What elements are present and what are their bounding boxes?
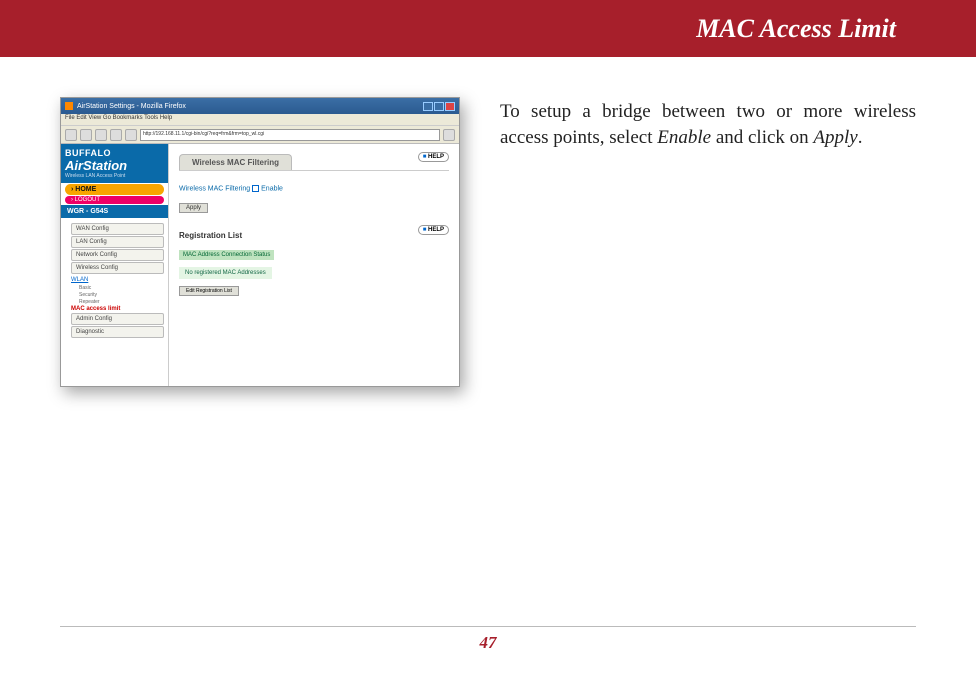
go-button[interactable] xyxy=(443,129,455,141)
page-number: 47 xyxy=(480,633,497,652)
reg-list-header: MAC Address Connection Status xyxy=(179,250,274,260)
sidebar-item-security[interactable]: Security xyxy=(79,292,164,298)
close-button[interactable] xyxy=(445,102,455,111)
filter-panel: Wireless MAC Filtering Enable Apply Regi… xyxy=(179,170,449,307)
window-buttons xyxy=(423,102,455,111)
nav-logout[interactable]: › LOGOUT xyxy=(65,196,164,204)
help-button[interactable]: HELP xyxy=(418,152,449,162)
browser-window: AirStation Settings - Mozilla Firefox Fi… xyxy=(60,97,460,387)
sidebar-item-admin[interactable]: Admin Config xyxy=(71,313,164,325)
filter-line: Wireless MAC Filtering Enable xyxy=(179,185,449,192)
reg-list-empty: No registered MAC Addresses xyxy=(179,267,272,279)
nav-home[interactable]: › HOME xyxy=(65,184,164,195)
window-title: AirStation Settings - Mozilla Firefox xyxy=(77,103,186,110)
instruction-text: To setup a bridge between two or more wi… xyxy=(500,97,916,387)
instr-em2: Apply xyxy=(813,127,857,148)
sidebar-item-wireless[interactable]: Wireless Config xyxy=(71,262,164,274)
sidebar-item-basic[interactable]: Basic xyxy=(79,285,164,291)
sidebar-item-repeater[interactable]: Repeater xyxy=(79,299,164,305)
page-body: BUFFALO AirStation Wireless LAN Access P… xyxy=(61,144,459,386)
product-subtitle: Wireless LAN Access Point xyxy=(65,173,164,179)
sidebar-item-mac-access[interactable]: MAC access limit xyxy=(71,306,164,312)
sidebar-item-diagnostic[interactable]: Diagnostic xyxy=(71,326,164,338)
instr-p2: and click on xyxy=(711,127,813,148)
enable-label: Enable xyxy=(261,185,283,192)
instr-p3: . xyxy=(858,127,863,148)
sidebar-item-lan[interactable]: LAN Config xyxy=(71,236,164,248)
embedded-screenshot: AirStation Settings - Mozilla Firefox Fi… xyxy=(60,97,460,387)
maximize-button[interactable] xyxy=(434,102,444,111)
reload-button[interactable] xyxy=(95,129,107,141)
edit-reg-list-button[interactable]: Edit Registration List xyxy=(179,286,239,296)
help-button-2[interactable]: HELP xyxy=(418,225,449,235)
content-area: AirStation Settings - Mozilla Firefox Fi… xyxy=(0,57,976,387)
sidebar: BUFFALO AirStation Wireless LAN Access P… xyxy=(61,144,169,386)
product-name: AirStation xyxy=(65,158,164,173)
home-button[interactable] xyxy=(125,129,137,141)
reg-list-title: Registration List xyxy=(179,231,242,240)
app-icon xyxy=(65,102,73,110)
menubar[interactable]: File Edit View Go Bookmarks Tools Help xyxy=(61,114,459,126)
forward-button[interactable] xyxy=(80,129,92,141)
tab-mac-filtering[interactable]: Wireless MAC Filtering xyxy=(179,154,292,170)
instr-em1: Enable xyxy=(657,127,711,148)
page-title: MAC Access Limit xyxy=(696,14,896,44)
apply-button[interactable]: Apply xyxy=(179,203,208,213)
sidebar-item-wan[interactable]: WAN Config xyxy=(71,223,164,235)
browser-toolbar: http://192.168.11.1/cgi-bin/cgi?req=frm&… xyxy=(61,126,459,144)
page-header: MAC Access Limit xyxy=(0,0,976,57)
window-titlebar: AirStation Settings - Mozilla Firefox xyxy=(61,98,459,114)
sidebar-section-wlan[interactable]: WLAN xyxy=(71,277,164,283)
back-button[interactable] xyxy=(65,129,77,141)
main-panel: Wireless MAC Filtering HELP Wireless MAC… xyxy=(169,144,459,386)
stop-button[interactable] xyxy=(110,129,122,141)
address-bar[interactable]: http://192.168.11.1/cgi-bin/cgi?req=frm&… xyxy=(140,129,440,141)
sidebar-menu: WAN Config LAN Config Network Config Wir… xyxy=(61,218,168,343)
logo-block: BUFFALO AirStation Wireless LAN Access P… xyxy=(61,144,168,183)
brand-name: BUFFALO xyxy=(65,148,164,158)
enable-checkbox[interactable] xyxy=(252,185,259,192)
page-footer: 47 xyxy=(60,626,916,653)
model-number: WGR - G54S xyxy=(61,205,168,218)
sidebar-item-network[interactable]: Network Config xyxy=(71,249,164,261)
minimize-button[interactable] xyxy=(423,102,433,111)
filter-label: Wireless MAC Filtering xyxy=(179,185,250,192)
